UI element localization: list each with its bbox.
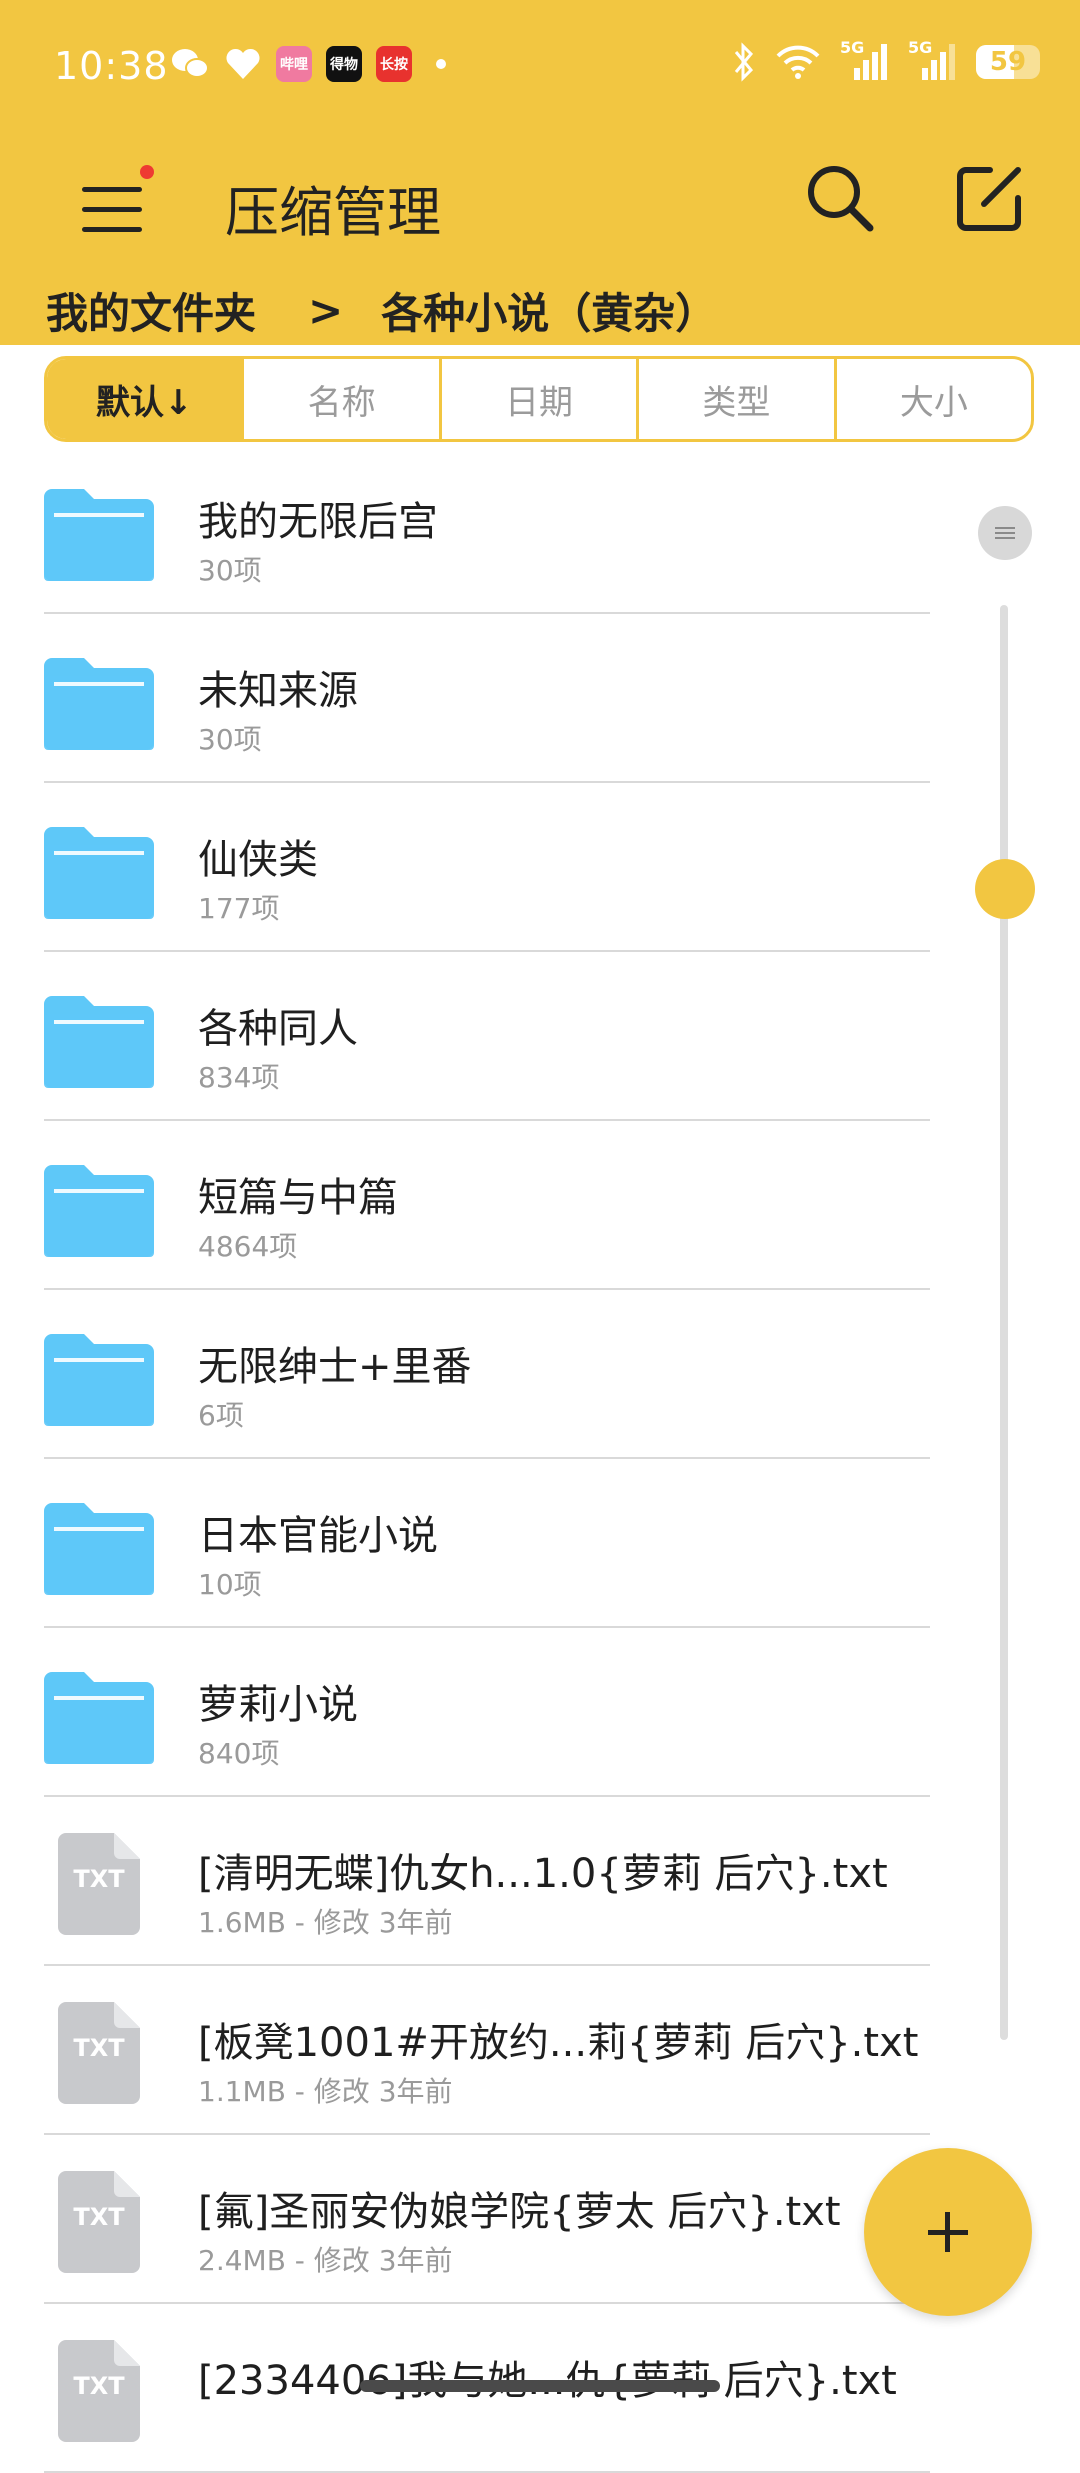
sort-tab-type[interactable]: 类型: [636, 359, 833, 439]
red-app-icon: 长按: [376, 46, 412, 82]
gesture-bar[interactable]: [360, 2380, 720, 2392]
bluetooth-icon: [734, 42, 754, 82]
item-name: 我的无限后宫: [198, 499, 438, 545]
txt-label: TXT: [73, 2203, 125, 2231]
item-name: 萝莉小说: [198, 1682, 358, 1728]
menu-button[interactable]: [70, 165, 160, 255]
heart-app-icon: [226, 48, 260, 79]
sort-tab-size[interactable]: 大小: [833, 359, 1031, 439]
system-icons: 5G 5G 59: [732, 38, 1040, 82]
bilibili-app-icon: 哔哩: [276, 46, 312, 82]
item-name: 仙侠类: [198, 837, 318, 883]
item-name: 各种同人: [198, 1006, 358, 1052]
folder-icon: [44, 1672, 154, 1764]
handle-line: [995, 537, 1015, 539]
signal-2: 5G: [908, 38, 958, 82]
scrollbar-thumb[interactable]: [975, 859, 1035, 919]
item-meta: 6项: [198, 1399, 244, 1432]
folder-row[interactable]: 萝莉小说 840项: [0, 1628, 940, 1797]
scroll-handle[interactable]: [978, 506, 1032, 560]
breadcrumb-separator: >: [308, 286, 344, 335]
folder-icon: [44, 658, 154, 750]
edit-icon: [957, 167, 1021, 231]
scrollbar-track[interactable]: [1000, 605, 1008, 2040]
page-title: 压缩管理: [225, 181, 441, 244]
battery-icon: 59: [976, 45, 1040, 79]
bilibili-app-badge: 哔哩: [280, 57, 308, 73]
item-name: 短篇与中篇: [198, 1175, 398, 1221]
folder-icon: [44, 1165, 154, 1257]
add-button[interactable]: [864, 2148, 1032, 2316]
item-name: 无限绅士+里番: [198, 1344, 472, 1390]
breadcrumb-current[interactable]: 各种小说（黄杂）: [381, 280, 717, 341]
menu-line: [82, 207, 142, 212]
sort-tab-name[interactable]: 名称: [241, 359, 438, 439]
item-meta: 30项: [198, 554, 262, 587]
sort-tab-date[interactable]: 日期: [438, 359, 636, 439]
sort-tab-default[interactable]: 默认↓: [47, 359, 242, 439]
txt-label: TXT: [73, 2372, 125, 2400]
app-bar: 压缩管理: [0, 140, 1080, 280]
item-name: [氟]圣丽安伪娘学院{萝太 后穴}.txt: [198, 2189, 841, 2235]
item-meta: 2.4MB - 修改 3年前: [198, 2244, 453, 2277]
red-app-badge: 长按: [380, 57, 408, 73]
menu-line: [82, 187, 142, 192]
more-notifications-dot: [436, 59, 446, 69]
item-meta: 1.1MB - 修改 3年前: [198, 2075, 453, 2108]
edit-button[interactable]: [950, 158, 1030, 238]
folder-icon: [44, 1334, 154, 1426]
folder-icon: [44, 827, 154, 919]
dewu-app-badge: 得物: [330, 57, 358, 73]
search-button[interactable]: [800, 158, 880, 238]
item-meta: 834项: [198, 1061, 280, 1094]
item-name: 未知来源: [198, 668, 358, 714]
txt-label: TXT: [73, 2034, 125, 2062]
notification-icons: 哔哩 得物 长按: [170, 46, 446, 82]
sort-tabs: 默认↓ 名称 日期 类型 大小: [44, 356, 1034, 442]
network-type-2: 5G: [908, 38, 933, 57]
folder-icon: [44, 996, 154, 1088]
wechat-icon: [172, 49, 209, 78]
handle-line: [995, 532, 1015, 534]
folder-row[interactable]: 日本官能小说 10项: [0, 1459, 940, 1628]
item-meta: 10项: [198, 1568, 262, 1601]
item-meta: 177项: [198, 892, 280, 925]
wifi-icon: [776, 45, 820, 79]
folder-row[interactable]: 无限绅士+里番 6项: [0, 1290, 940, 1459]
item-name: [清明无蝶]仇女h...1.0{萝莉 后穴}.txt: [198, 1851, 888, 1897]
folder-icon: [44, 1503, 154, 1595]
breadcrumb: 我的文件夹 > 各种小说（黄杂）: [46, 280, 717, 341]
folder-row[interactable]: 短篇与中篇 4864项: [0, 1121, 940, 1290]
folder-row[interactable]: 我的无限后宫 30项: [0, 445, 940, 614]
search-icon: [808, 166, 874, 232]
item-name: [2334406]我与她...仇{萝莉 后穴}.txt: [198, 2358, 897, 2404]
file-row[interactable]: TXT [板凳1001#开放约...莉{萝莉 后穴}.txt 1.1MB - 修改 …: [0, 1966, 940, 2135]
dewu-app-icon: 得物: [326, 46, 362, 82]
notification-dot: [140, 165, 154, 179]
folder-row[interactable]: 未知来源 30项: [0, 614, 940, 783]
txt-label: TXT: [73, 1865, 125, 1893]
signal-1: 5G: [840, 38, 890, 82]
handle-line: [995, 527, 1015, 529]
item-meta: 840项: [198, 1737, 280, 1770]
status-time: 10:38: [54, 44, 169, 88]
file-list: 我的无限后宫 30项 未知来源 30项 仙侠类 177项 各种同人 834项 短篇与中篇…: [0, 445, 940, 2473]
file-row[interactable]: TXT [氟]圣丽安伪娘学院{萝太 后穴}.txt 2.4MB - 修改 3年前: [0, 2135, 940, 2304]
item-meta: 1.6MB - 修改 3年前: [198, 1906, 453, 1939]
item-name: [板凳1001#开放约...莉{萝莉 后穴}.txt: [198, 2020, 919, 2066]
item-name: 日本官能小说: [198, 1513, 438, 1559]
item-meta: 30项: [198, 723, 262, 756]
item-meta: 4864项: [198, 1230, 298, 1263]
folder-row[interactable]: 各种同人 834项: [0, 952, 940, 1121]
status-bar: 10:38 哔哩 得物 长按 5G 5G 59: [0, 0, 1080, 140]
battery-level: 59: [989, 47, 1027, 77]
menu-line: [82, 227, 142, 232]
folder-row[interactable]: 仙侠类 177项: [0, 783, 940, 952]
folder-icon: [44, 489, 154, 581]
plus-icon: [945, 2212, 950, 2252]
network-type-1: 5G: [840, 38, 865, 57]
breadcrumb-root[interactable]: 我的文件夹: [46, 280, 256, 341]
file-row[interactable]: TXT [清明无蝶]仇女h...1.0{萝莉 后穴}.txt 1.6MB - 修改 …: [0, 1797, 940, 1966]
